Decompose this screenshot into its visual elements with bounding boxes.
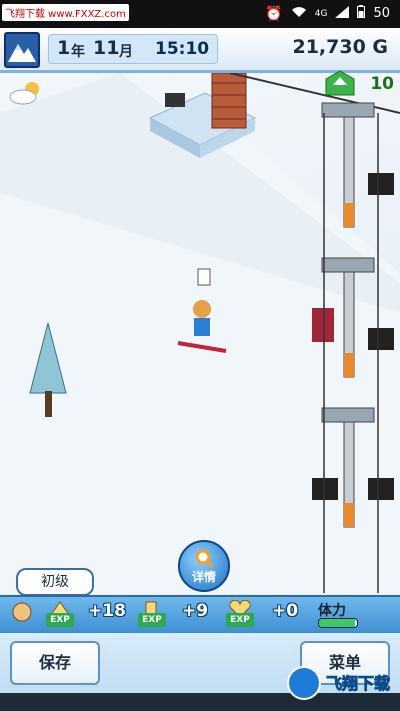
month-unit: 月 bbox=[119, 44, 133, 60]
partly-cloudy-icon bbox=[8, 80, 44, 110]
exp-value-2: +9 bbox=[182, 601, 209, 621]
signal-icon bbox=[335, 5, 350, 22]
battery-icon bbox=[357, 5, 366, 22]
pointer-hand-icon bbox=[197, 268, 211, 286]
year-value: 1 bbox=[57, 37, 71, 59]
exp-value-1: +18 bbox=[88, 601, 126, 621]
details-label: 详情 bbox=[191, 570, 216, 584]
stamina-label: 体力 bbox=[318, 603, 346, 619]
stamina-bar bbox=[318, 618, 358, 628]
status-icons: ⏰ 4G 50 bbox=[265, 5, 390, 22]
save-button[interactable]: 保存 bbox=[10, 641, 100, 685]
month-value: 11 bbox=[93, 37, 120, 59]
exp-badge: EXP bbox=[138, 613, 166, 627]
money-display: 21,730 G bbox=[292, 36, 388, 58]
details-button[interactable]: 详情 bbox=[178, 540, 230, 592]
stats-bar: EXP +18 EXP +9 EXP +0 体力 bbox=[0, 595, 400, 635]
status-bar: 飞翔下载 www.FXXZ.com ⏰ 4G 50 bbox=[0, 0, 400, 28]
ski-slope-view[interactable] bbox=[0, 72, 400, 593]
lift-count-icon bbox=[325, 70, 355, 96]
exp-value-3: +0 bbox=[272, 601, 299, 621]
lift-tower-1[interactable] bbox=[321, 102, 394, 228]
watermark-logo: 飞翔下载 bbox=[286, 661, 396, 709]
clock-value: 15:10 bbox=[155, 39, 210, 59]
level-tag: 初级 bbox=[16, 568, 94, 596]
exp-badge: EXP bbox=[46, 613, 74, 627]
signal-label: 4G bbox=[314, 8, 328, 19]
date-display: 1 年 11 月 15:10 bbox=[48, 34, 218, 64]
battery-level: 50 bbox=[373, 6, 390, 21]
skier-face-icon bbox=[10, 600, 34, 622]
slope-scene bbox=[0, 72, 400, 593]
year-unit: 年 bbox=[71, 44, 85, 60]
exp-badge: EXP bbox=[226, 613, 254, 627]
alarm-icon: ⏰ bbox=[265, 5, 283, 22]
watermark-label: 飞翔下载 www.FXXZ.com bbox=[2, 4, 129, 21]
wifi-icon bbox=[291, 6, 307, 22]
watermark-text: 飞翔下载 bbox=[326, 674, 390, 693]
mountain-icon bbox=[8, 44, 36, 62]
stamina-fill bbox=[319, 619, 356, 627]
bottom-controls: 保存 菜单 飞翔下载 bbox=[0, 633, 400, 711]
game-header: 1 年 11 月 15:10 21,730 G bbox=[0, 28, 400, 73]
mountain-map-button[interactable] bbox=[4, 32, 40, 68]
lift-count: 10 bbox=[370, 74, 394, 94]
